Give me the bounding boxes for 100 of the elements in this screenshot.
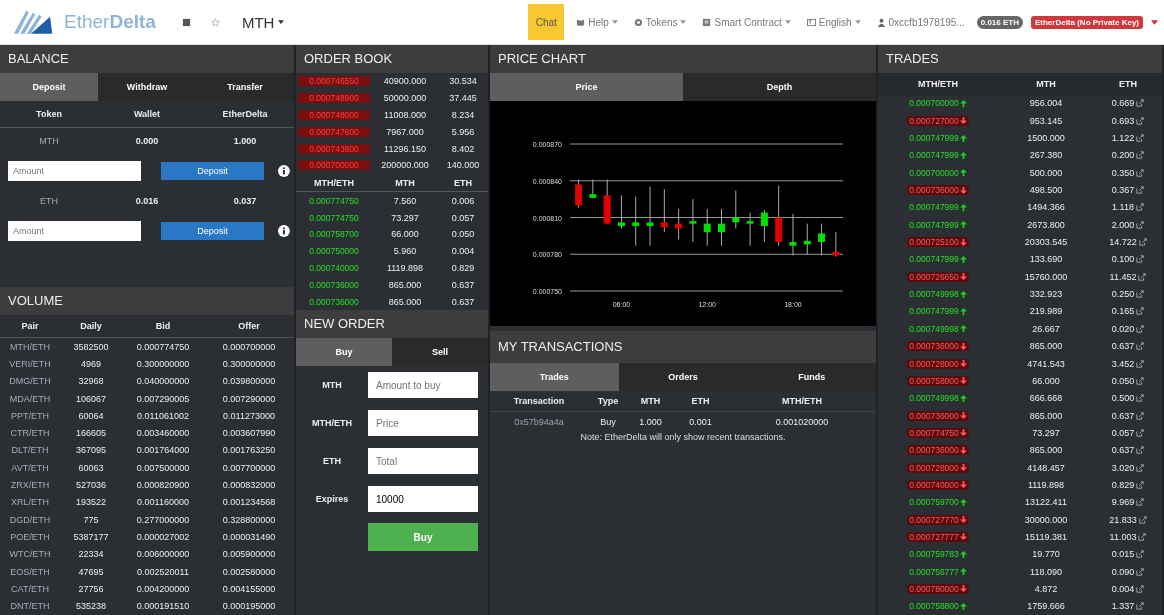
token-dropdown[interactable]: MTH (241, 13, 285, 31)
column-header: MTH (394, 177, 416, 188)
tab[interactable]: Funds (747, 363, 876, 391)
column-header: Daily (79, 321, 103, 331)
table-cell-text: 0.328800000 (221, 514, 277, 525)
nav-menu[interactable]: English (802, 16, 865, 28)
input-field[interactable]: Total (368, 448, 478, 474)
tab[interactable]: Trades (490, 363, 619, 391)
ask-price: 0.000700000 (298, 160, 370, 171)
table-cell-text: 0.007290000 (221, 393, 277, 404)
tab[interactable]: Transfer (196, 73, 294, 101)
ask-price: 0.000748000 (298, 109, 370, 120)
external-link-icon[interactable] (1136, 151, 1145, 160)
external-link-icon[interactable] (1136, 342, 1145, 351)
candle (732, 190, 740, 230)
star-icon[interactable] (210, 17, 220, 27)
external-link-icon[interactable] (1136, 359, 1145, 368)
trade-price: 0.000758800 (909, 601, 959, 612)
trade-price: 0.000780000 (909, 584, 959, 594)
external-link-icon[interactable] (1136, 99, 1145, 108)
table-cell-text: 118.090 (1029, 566, 1063, 577)
external-link-icon[interactable] (1136, 186, 1145, 195)
external-link-icon[interactable] (1136, 567, 1145, 576)
external-link-icon[interactable] (1136, 585, 1145, 593)
column-header: Type (596, 396, 620, 406)
external-link-icon[interactable] (1136, 480, 1145, 489)
external-link-icon[interactable] (1136, 446, 1145, 455)
table-cell-text: 8.402 (450, 143, 476, 154)
candle (775, 185, 783, 247)
external-link-icon[interactable] (1136, 550, 1145, 559)
wallet-balance: 0.000 (134, 136, 160, 146)
external-link-icon[interactable] (1136, 324, 1145, 333)
bid-price: 0.000736000 (308, 296, 360, 307)
column-header: MTH/ETH (313, 177, 355, 188)
candle (603, 179, 611, 225)
external-link-icon[interactable] (1136, 116, 1145, 125)
external-link-icon[interactable] (1138, 532, 1147, 541)
tab[interactable]: Buy (296, 338, 392, 366)
external-link-icon[interactable] (1136, 168, 1145, 177)
amount-field[interactable]: Amount (8, 161, 141, 181)
down-arrow-icon (959, 117, 967, 125)
table-cell-text: PPT/ETH (10, 410, 50, 421)
table-cell-text: 0.000820900 (135, 480, 191, 490)
bid-price: 0.000740000 (308, 263, 360, 273)
table-cell-text: 11296.150 (383, 143, 427, 154)
column-header: Token (35, 109, 63, 119)
external-link-icon[interactable] (1136, 376, 1145, 385)
external-link-icon[interactable] (1136, 411, 1145, 420)
table-cell-text: 0.300000000 (221, 358, 277, 369)
external-link-icon[interactable] (1136, 602, 1145, 611)
table-cell-text: 0.003460000 (135, 428, 191, 439)
tab[interactable]: Orders (618, 363, 748, 391)
table-cell-text: 0.011273000 (222, 410, 276, 421)
table-cell-text: 60064 (77, 410, 105, 421)
table-cell: 0.829 (1111, 479, 1135, 490)
tab[interactable]: Withdraw (98, 73, 196, 101)
tab[interactable]: Deposit (0, 73, 98, 101)
down-arrow-icon (959, 342, 967, 350)
external-link-icon[interactable] (1136, 394, 1145, 403)
up-arrow-icon (959, 151, 967, 159)
external-link-icon[interactable] (1136, 255, 1145, 264)
table-cell-text: 1494.366 (1026, 202, 1066, 213)
input-field[interactable]: 10000 (368, 486, 478, 512)
table-cell: 0.693 (1111, 115, 1135, 126)
chat-button[interactable]: Chat (528, 4, 565, 40)
field-label: MTH (321, 380, 343, 390)
tab[interactable]: Depth (683, 73, 876, 101)
table-cell-text: 13122.411 (1024, 497, 1068, 508)
input-field[interactable]: Price (368, 410, 478, 436)
tab[interactable]: Sell (392, 338, 488, 366)
tab[interactable]: Price (490, 73, 683, 101)
nav-menu[interactable]: Smart Contract (698, 16, 795, 28)
external-link-icon[interactable] (1138, 272, 1147, 281)
info-icon[interactable] (278, 165, 290, 177)
up-arrow-icon (959, 568, 967, 576)
external-link-icon[interactable] (1136, 220, 1145, 229)
external-link-icon[interactable] (1138, 238, 1147, 247)
external-link-icon[interactable] (1136, 498, 1145, 507)
input-field[interactable]: Amount to buy (368, 372, 478, 398)
external-link-icon[interactable] (1136, 463, 1145, 472)
caret-icon[interactable] (1151, 19, 1158, 25)
bid-price: 0.000758700 (308, 229, 360, 240)
nav-menu[interactable]: Tokens (629, 16, 691, 28)
external-link-icon[interactable] (1136, 428, 1145, 437)
table-cell: 0.200 (1111, 150, 1135, 161)
external-link-icon[interactable] (1138, 515, 1147, 524)
square-icon[interactable] (181, 17, 191, 27)
transaction-link[interactable]: 0x57b94a4a (490, 417, 588, 427)
account-menu[interactable]: 0xccfb1978195... (872, 16, 969, 28)
external-link-icon[interactable] (1136, 307, 1145, 316)
amount-field[interactable]: Amount (8, 221, 141, 241)
nav-menu[interactable]: Help (572, 16, 622, 28)
external-link-icon[interactable] (1136, 290, 1145, 299)
trade-price: 0.000774750 (909, 427, 959, 438)
deposit-button[interactable]: Deposit (160, 222, 265, 240)
trade-price: 0.000727000 (909, 115, 959, 126)
external-link-icon[interactable] (1136, 134, 1145, 143)
info-icon[interactable] (278, 225, 290, 237)
deposit-button[interactable]: Deposit (160, 162, 265, 180)
external-link-icon[interactable] (1135, 203, 1144, 212)
